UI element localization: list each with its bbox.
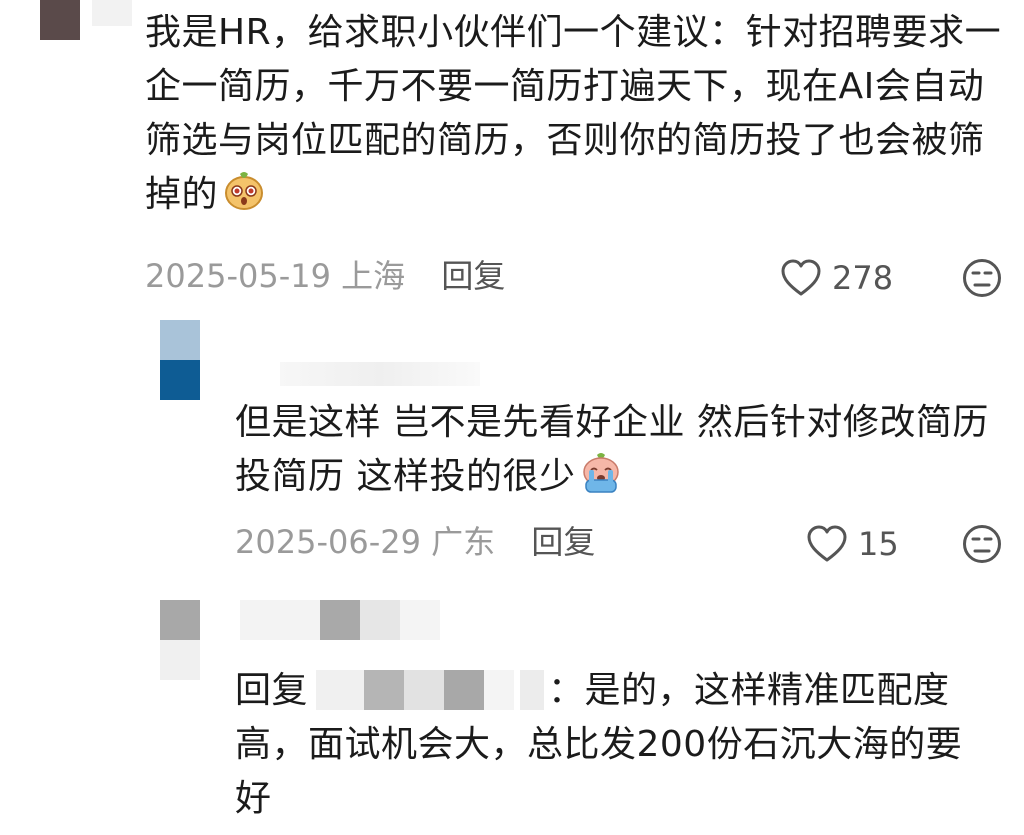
dog-face-emoji-icon	[222, 168, 266, 212]
reply-prefix: 回复	[235, 670, 309, 711]
comment-body: 我是HR，给求职小伙伴们一个建议：针对招聘要求一企一简历，千万不要一简历打遍天下…	[145, 12, 1002, 215]
like-button[interactable]: 278	[780, 258, 893, 298]
crying-face-emoji-icon	[579, 450, 623, 494]
neutral-face-icon	[963, 259, 1001, 297]
heart-icon	[807, 525, 847, 562]
like-button[interactable]: 15	[806, 524, 899, 564]
comment-date: 2025-05-19	[145, 257, 331, 295]
dislike-button[interactable]	[962, 258, 1002, 298]
mention-blur	[308, 670, 548, 710]
dislike-button[interactable]	[962, 524, 1002, 564]
reply-meta: 2025-06-29 广东 回复	[235, 522, 595, 562]
avatar[interactable]	[160, 320, 200, 400]
reply-button[interactable]: 回复	[531, 523, 595, 561]
reply-location: 广东	[431, 523, 496, 561]
username-blur	[280, 362, 480, 386]
avatar[interactable]	[40, 0, 80, 40]
like-count: 15	[858, 525, 899, 563]
reply-date: 2025-06-29	[235, 523, 421, 561]
comment-location: 上海	[341, 257, 406, 295]
avatar-blur	[92, 0, 132, 26]
like-count: 278	[832, 259, 894, 297]
reply-text: 回复 ：是的，这样精准匹配度高，面试机会大，总比发200份石沉大海的要好	[235, 664, 995, 826]
username-blur	[240, 600, 440, 640]
reply-text: 但是这样 岂不是先看好企业 然后针对修改简历 投简历 这样投的很少	[235, 396, 1005, 504]
comment-text: 我是HR，给求职小伙伴们一个建议：针对招聘要求一企一简历，千万不要一简历打遍天下…	[145, 6, 1005, 222]
heart-icon	[781, 259, 821, 296]
reply-button[interactable]: 回复	[441, 257, 505, 295]
avatar[interactable]	[160, 600, 200, 680]
comment-meta: 2025-05-19 上海 回复	[145, 256, 505, 296]
neutral-face-icon	[963, 525, 1001, 563]
